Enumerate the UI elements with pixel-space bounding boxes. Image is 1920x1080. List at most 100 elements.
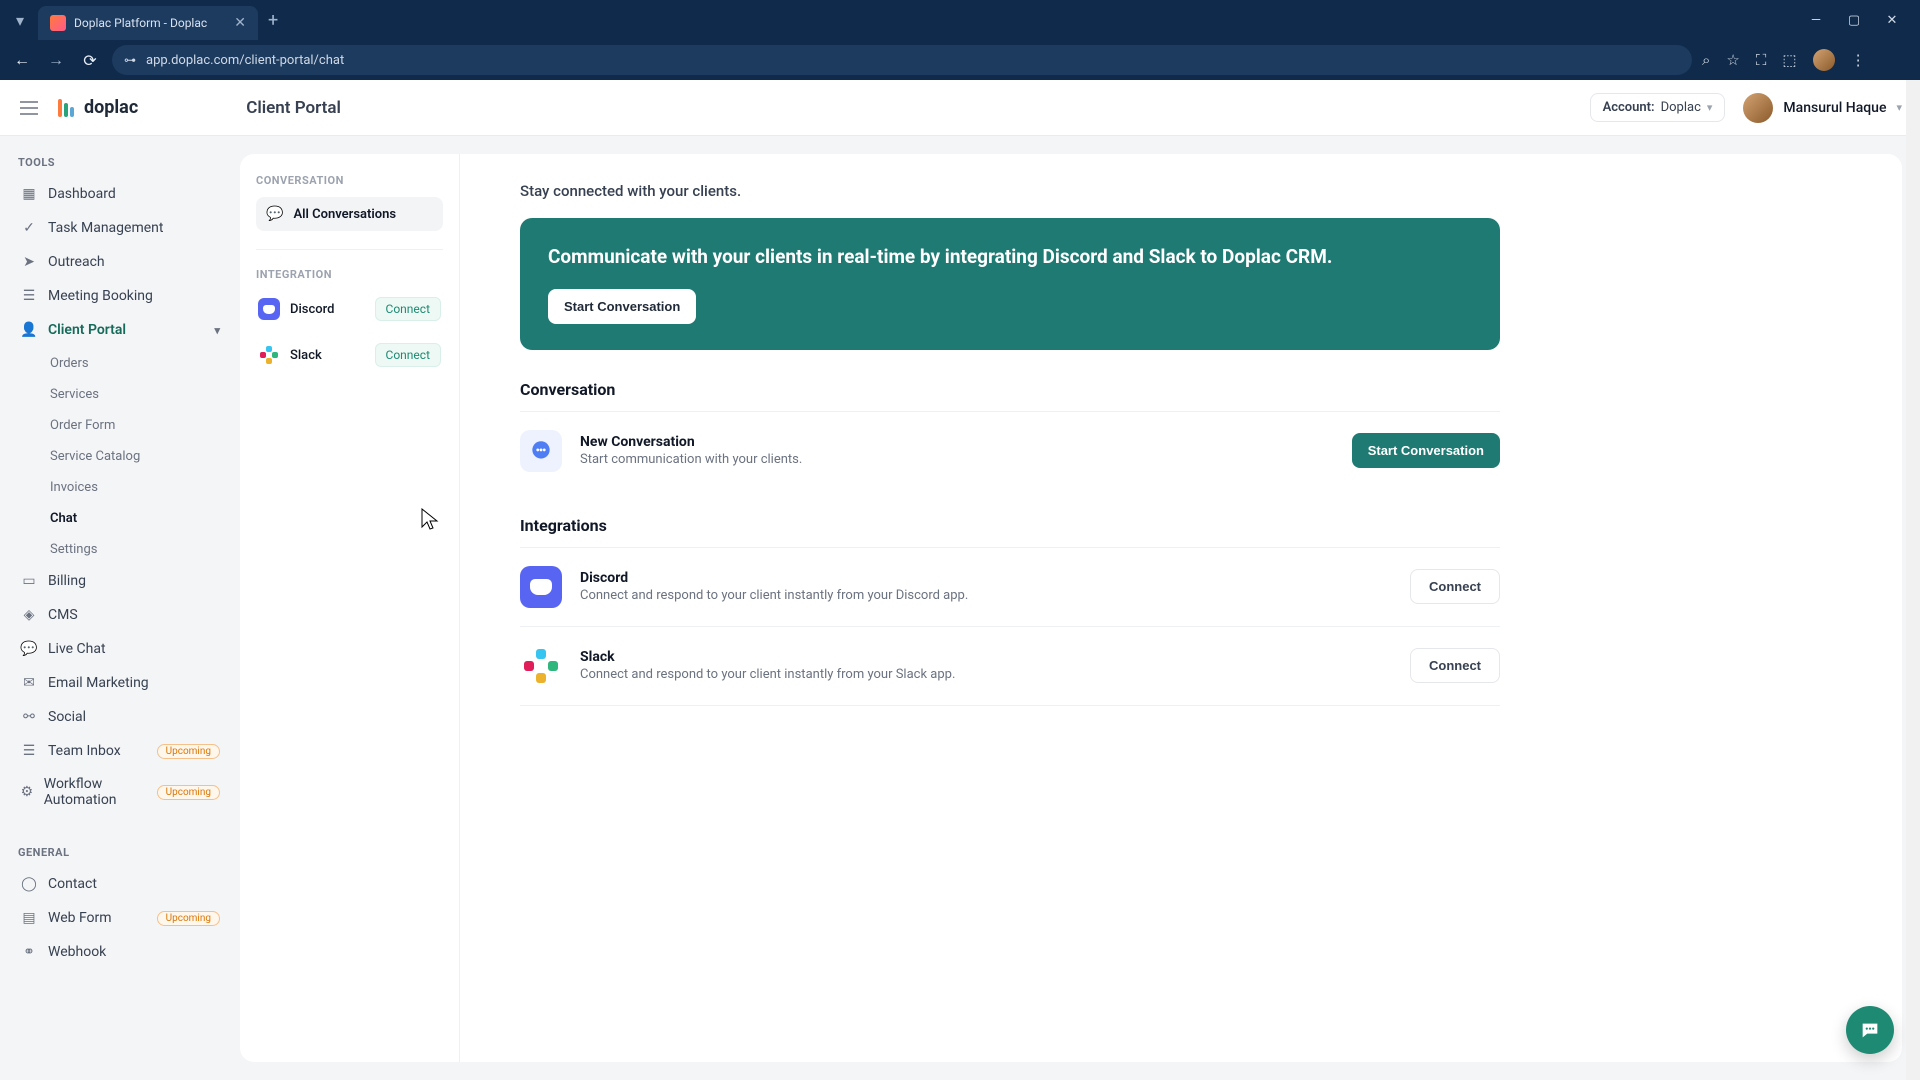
- browser-chrome: ▾ Doplac Platform - Doplac ✕ + — ▢ ✕ ← →…: [0, 0, 1920, 80]
- app-header: doplac Client Portal Account: Doplac ▾ M…: [0, 80, 1920, 136]
- window-controls: — ▢ ✕: [1806, 13, 1912, 28]
- integration-discord-row: Discord Connect and respond to your clie…: [520, 547, 1500, 626]
- tab-bar: ▾ Doplac Platform - Doplac ✕ + — ▢ ✕: [0, 0, 1920, 40]
- sub-item-invoices[interactable]: Invoices: [40, 473, 230, 502]
- sidebar-item-live-chat[interactable]: 💬Live Chat: [10, 632, 230, 666]
- sidebar-item-social[interactable]: ⚯Social: [10, 700, 230, 734]
- check-circle-icon: ✓: [20, 219, 38, 237]
- window-minimize[interactable]: —: [1806, 13, 1826, 28]
- sidebar-item-client-portal[interactable]: 👤Client Portal▾: [10, 313, 230, 347]
- user-name: Mansurul Haque: [1783, 100, 1886, 116]
- tab-search-dropdown[interactable]: ▾: [8, 8, 32, 32]
- sidebar-item-team-inbox[interactable]: ☰Team InboxUpcoming: [10, 734, 230, 768]
- chat-bubble-icon: [520, 430, 562, 472]
- connect-discord-chip[interactable]: Connect: [375, 297, 441, 321]
- window-close[interactable]: ✕: [1882, 13, 1902, 28]
- mail-icon: ✉: [20, 674, 38, 692]
- inbox-icon: ☰: [20, 742, 38, 760]
- browser-tab[interactable]: Doplac Platform - Doplac ✕: [38, 6, 258, 40]
- chat-fab-button[interactable]: [1846, 1006, 1894, 1054]
- send-icon: ➤: [20, 253, 38, 271]
- site-info-icon[interactable]: ⊶: [124, 53, 136, 67]
- hero-banner: Communicate with your clients in real-ti…: [520, 218, 1500, 350]
- client-portal-submenu: Orders Services Order Form Service Catal…: [10, 349, 230, 564]
- address-bar: ← → ⟳ ⊶ app.doplac.com/client-portal/cha…: [0, 40, 1920, 80]
- url-text: app.doplac.com/client-portal/chat: [146, 53, 344, 68]
- hero-start-conversation-button[interactable]: Start Conversation: [548, 289, 696, 324]
- slack-icon: [258, 344, 280, 366]
- nav-reload-icon[interactable]: ⟳: [78, 51, 102, 70]
- connect-slack-button[interactable]: Connect: [1410, 648, 1500, 683]
- integration-section-label: INTEGRATION: [256, 268, 443, 281]
- sub-item-service-catalog[interactable]: Service Catalog: [40, 442, 230, 471]
- sidebar-item-task-management[interactable]: ✓Task Management: [10, 211, 230, 245]
- integration-slack-row: Slack Connect and respond to your client…: [520, 626, 1500, 706]
- grid-icon: ▦: [20, 185, 38, 203]
- sub-item-settings[interactable]: Settings: [40, 535, 230, 564]
- upcoming-badge: Upcoming: [157, 785, 220, 800]
- logo-mark-icon: [58, 99, 76, 117]
- extensions-icon[interactable]: ⬚: [1782, 51, 1796, 69]
- connect-slack-chip[interactable]: Connect: [375, 343, 441, 367]
- sidebar-item-dashboard[interactable]: ▦Dashboard: [10, 177, 230, 211]
- start-conversation-button[interactable]: Start Conversation: [1352, 433, 1500, 468]
- nav-back-icon[interactable]: ←: [10, 50, 34, 70]
- new-conversation-row: New Conversation Start communication wit…: [520, 411, 1500, 490]
- conversation-heading: Conversation: [520, 380, 1842, 399]
- sub-item-order-form[interactable]: Order Form: [40, 411, 230, 440]
- profile-avatar-icon[interactable]: [1813, 49, 1835, 71]
- sidebar-toggle-icon[interactable]: [18, 97, 40, 119]
- sidebar-item-webhook[interactable]: ⚭Webhook: [10, 935, 230, 969]
- all-conversations-item[interactable]: 💬 All Conversations: [256, 197, 443, 231]
- sidebar-item-workflow-automation[interactable]: ⚙Workflow AutomationUpcoming: [10, 768, 230, 816]
- account-value: Doplac: [1661, 100, 1701, 115]
- slack-title: Slack: [580, 649, 1392, 665]
- url-input[interactable]: ⊶ app.doplac.com/client-portal/chat: [112, 45, 1692, 75]
- sidebar-item-contact[interactable]: ◯Contact: [10, 867, 230, 901]
- browser-menu-icon[interactable]: ⋮: [1851, 51, 1866, 69]
- main-sidebar: TOOLS ▦Dashboard ✓Task Management ➤Outre…: [0, 136, 240, 1080]
- discord-subtitle: Connect and respond to your client insta…: [580, 588, 1392, 603]
- sidebar-item-outreach[interactable]: ➤Outreach: [10, 245, 230, 279]
- account-label: Account:: [1603, 100, 1655, 115]
- user-avatar-icon: [1743, 93, 1773, 123]
- chevron-down-icon: ▾: [1707, 101, 1713, 114]
- zoom-icon[interactable]: ⌕: [1702, 51, 1710, 69]
- page-title: Client Portal: [246, 98, 341, 118]
- account-selector[interactable]: Account: Doplac ▾: [1590, 93, 1726, 122]
- integration-row-discord: Discord Connect: [256, 291, 443, 327]
- fullscreen-icon[interactable]: ⛶: [1756, 51, 1767, 69]
- sidebar-item-email-marketing[interactable]: ✉Email Marketing: [10, 666, 230, 700]
- sidebar-item-cms[interactable]: ◈CMS: [10, 598, 230, 632]
- user-menu[interactable]: Mansurul Haque ▾: [1743, 93, 1902, 123]
- contact-icon: ◯: [20, 875, 38, 893]
- slack-subtitle: Connect and respond to your client insta…: [580, 667, 1392, 682]
- upcoming-badge: Upcoming: [157, 911, 220, 926]
- share-icon: ⚯: [20, 708, 38, 726]
- sub-item-chat[interactable]: Chat: [40, 504, 230, 533]
- integrations-heading: Integrations: [520, 516, 1842, 535]
- sidebar-section-tools: TOOLS: [10, 148, 230, 177]
- tab-close-icon[interactable]: ✕: [234, 15, 246, 31]
- app-viewport: doplac Client Portal Account: Doplac ▾ M…: [0, 80, 1920, 1080]
- new-tab-button[interactable]: +: [268, 10, 278, 31]
- sidebar-item-web-form[interactable]: ▤Web FormUpcoming: [10, 901, 230, 935]
- sidebar-item-meeting-booking[interactable]: ☰Meeting Booking: [10, 279, 230, 313]
- discord-icon: [258, 298, 280, 320]
- bookmark-icon[interactable]: ☆: [1726, 51, 1739, 69]
- chat-icon: 💬: [266, 206, 283, 222]
- tab-title: Doplac Platform - Doplac: [74, 16, 226, 30]
- sub-item-orders[interactable]: Orders: [40, 349, 230, 378]
- brand-logo[interactable]: doplac: [58, 97, 138, 118]
- connect-discord-button[interactable]: Connect: [1410, 569, 1500, 604]
- integration-name-slack: Slack: [290, 348, 365, 363]
- vertical-scrollbar[interactable]: [1906, 80, 1920, 1080]
- discord-icon: [520, 566, 562, 608]
- window-maximize[interactable]: ▢: [1844, 13, 1864, 28]
- sidebar-item-billing[interactable]: ▭Billing: [10, 564, 230, 598]
- chevron-down-icon: ▾: [1896, 101, 1902, 114]
- slack-icon: [520, 645, 562, 687]
- nav-forward-icon[interactable]: →: [44, 50, 68, 70]
- main-pane: Stay connected with your clients. Commun…: [460, 154, 1902, 1062]
- sub-item-services[interactable]: Services: [40, 380, 230, 409]
